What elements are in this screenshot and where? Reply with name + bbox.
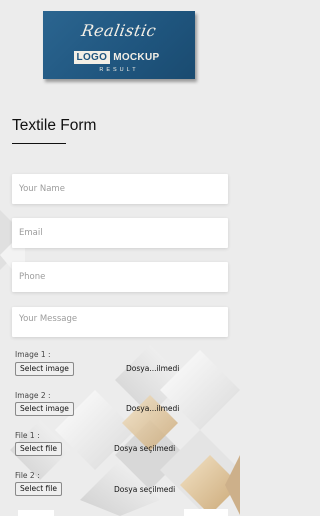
file-1-status: Dosya seçilmedi — [114, 444, 176, 453]
file-1-label: File 1 : — [15, 431, 40, 440]
image-1-status: Dosya...ilmedi — [126, 364, 180, 373]
form-title: Textile Form — [12, 117, 97, 134]
file-2-status: Dosya seçilmedi — [114, 485, 176, 494]
title-underline — [12, 143, 66, 144]
brand-logo: Realistic LOGO MOCKUP RESULT — [43, 11, 195, 79]
name-input[interactable] — [12, 174, 228, 204]
select-image-2-button[interactable]: Select image — [15, 402, 74, 416]
phone-input[interactable] — [12, 262, 228, 292]
image-2-status: Dosya...ilmedi — [126, 404, 180, 413]
select-file-2-button[interactable]: Select file — [15, 482, 62, 496]
message-textarea[interactable] — [12, 307, 228, 337]
select-file-1-button[interactable]: Select file — [15, 442, 62, 456]
logo-wordmark: LOGO MOCKUP — [73, 51, 162, 64]
image-2-label: Image 2 : — [15, 391, 51, 400]
logo-word-logo: LOGO — [73, 51, 111, 64]
file-2-label: File 2 : — [15, 471, 40, 480]
select-image-1-button[interactable]: Select image — [15, 362, 74, 376]
logo-tagline: RESULT — [99, 67, 139, 73]
logo-word-mockup: MOCKUP — [113, 52, 160, 63]
logo-script-text: Realistic — [80, 21, 158, 40]
email-input[interactable] — [12, 218, 228, 248]
bottom-field-edge-right — [184, 509, 228, 516]
image-1-label: Image 1 : — [15, 350, 51, 359]
bottom-field-edge-left — [18, 510, 54, 516]
